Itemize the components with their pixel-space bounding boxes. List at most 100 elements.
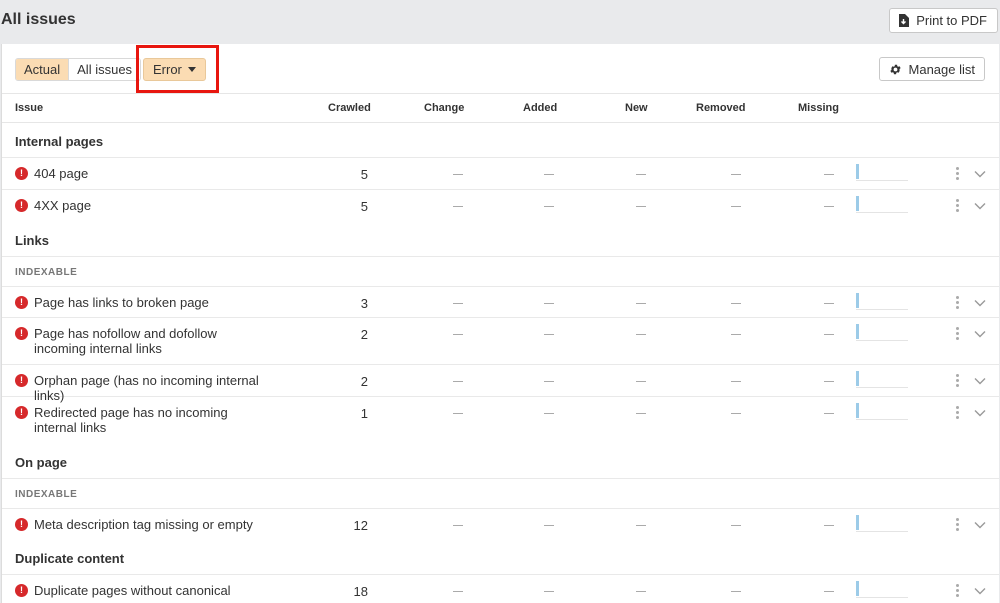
- crawled-count[interactable]: 18: [354, 584, 368, 599]
- issue-name[interactable]: Duplicate pages without canonical: [34, 583, 269, 598]
- crawled-count[interactable]: 3: [361, 296, 368, 311]
- crawled-count[interactable]: 2: [361, 374, 368, 389]
- error-icon: !: [15, 406, 28, 419]
- empty-value-dash: [453, 525, 463, 526]
- issue-name[interactable]: Redirected page has no incoming internal…: [34, 405, 269, 435]
- issue-name[interactable]: Page has links to broken page: [34, 295, 269, 310]
- issue-row[interactable]: ! Meta description tag missing or empty 12: [2, 509, 999, 540]
- issue-row[interactable]: ! 404 page 5: [2, 158, 999, 190]
- issue-name[interactable]: Page has nofollow and dofollow incoming …: [34, 326, 269, 356]
- chevron-down-icon[interactable]: [974, 585, 986, 597]
- crawled-count[interactable]: 5: [361, 199, 368, 214]
- crawled-count[interactable]: 2: [361, 327, 368, 342]
- empty-value-dash: [544, 303, 554, 304]
- chevron-down-icon[interactable]: [974, 168, 986, 180]
- error-icon: !: [15, 584, 28, 597]
- empty-value-dash: [544, 381, 554, 382]
- empty-value-dash: [453, 381, 463, 382]
- issue-name[interactable]: 404 page: [34, 166, 269, 181]
- empty-value-dash: [453, 206, 463, 207]
- error-icon: !: [15, 296, 28, 309]
- trend-sparkline: [856, 196, 908, 213]
- empty-value-dash: [824, 413, 834, 414]
- chevron-down-icon[interactable]: [974, 328, 986, 340]
- empty-value-dash: [544, 206, 554, 207]
- issue-name[interactable]: Meta description tag missing or empty: [34, 517, 269, 532]
- manage-list-button[interactable]: Manage list: [878, 57, 985, 81]
- empty-value-dash: [824, 303, 834, 304]
- empty-value-dash: [636, 591, 646, 592]
- kebab-icon[interactable]: [956, 167, 960, 182]
- sparkline-bar: [856, 581, 859, 596]
- sparkline-bar: [856, 196, 859, 211]
- empty-value-dash: [544, 413, 554, 414]
- kebab-icon[interactable]: [956, 584, 960, 599]
- chevron-down-icon[interactable]: [974, 375, 986, 387]
- issue-row[interactable]: ! Page has nofollow and dofollow incoming…: [2, 318, 999, 365]
- trend-sparkline: [856, 293, 908, 310]
- top-bar: All issues Print to PDF: [0, 0, 1000, 44]
- table-header: Issue Crawled Change Added New Removed M…: [2, 93, 999, 123]
- kebab-icon[interactable]: [956, 406, 960, 421]
- gear-icon: [889, 64, 901, 74]
- empty-value-dash: [636, 413, 646, 414]
- column-issue[interactable]: Issue: [15, 102, 43, 114]
- empty-value-dash: [544, 334, 554, 335]
- trend-sparkline: [856, 515, 908, 532]
- print-to-pdf-label: Print to PDF: [916, 13, 987, 28]
- kebab-icon[interactable]: [956, 374, 960, 389]
- column-removed[interactable]: Removed: [696, 102, 746, 114]
- issue-row[interactable]: ! Redirected page has no incoming interna…: [2, 397, 999, 444]
- chevron-down-icon[interactable]: [974, 407, 986, 419]
- empty-value-dash: [636, 206, 646, 207]
- empty-value-dash: [636, 334, 646, 335]
- filter-bar: Actual All issues: [15, 58, 142, 81]
- actual-toggle[interactable]: Actual: [16, 59, 69, 80]
- column-new[interactable]: New: [625, 102, 648, 114]
- column-change[interactable]: Change: [424, 102, 464, 114]
- issue-row[interactable]: ! Page has links to broken page 3: [2, 287, 999, 318]
- error-icon: !: [15, 199, 28, 212]
- empty-value-dash: [731, 303, 741, 304]
- crawled-count[interactable]: 1: [361, 406, 368, 421]
- empty-value-dash: [453, 174, 463, 175]
- chevron-down-icon[interactable]: [974, 297, 986, 309]
- crawled-count[interactable]: 5: [361, 167, 368, 182]
- trend-sparkline: [856, 371, 908, 388]
- print-to-pdf-button[interactable]: Print to PDF: [889, 8, 998, 33]
- section-subheader: INDEXABLE: [2, 257, 999, 287]
- column-added[interactable]: Added: [523, 102, 557, 114]
- empty-value-dash: [731, 206, 741, 207]
- issue-name[interactable]: 4XX page: [34, 198, 269, 213]
- column-crawled[interactable]: Crawled: [328, 102, 371, 114]
- empty-value-dash: [453, 303, 463, 304]
- section-title: Internal pages: [15, 134, 104, 149]
- sparkline-bar: [856, 515, 859, 530]
- column-missing[interactable]: Missing: [798, 102, 839, 114]
- issue-row[interactable]: ! 4XX page 5: [2, 190, 999, 222]
- chevron-down-icon[interactable]: [974, 519, 986, 531]
- sparkline-bar: [856, 403, 859, 418]
- error-filter-label: Error: [153, 62, 182, 77]
- kebab-icon[interactable]: [956, 296, 960, 311]
- chevron-down-icon[interactable]: [974, 200, 986, 212]
- issue-row[interactable]: ! Duplicate pages without canonical 18: [2, 575, 999, 603]
- empty-value-dash: [453, 334, 463, 335]
- issue-row[interactable]: ! Orphan page (has no incoming internal l…: [2, 365, 999, 403]
- section-header: Internal pages: [2, 123, 999, 158]
- page-title: All issues: [1, 11, 76, 28]
- kebab-icon[interactable]: [956, 199, 960, 214]
- empty-value-dash: [731, 413, 741, 414]
- kebab-icon[interactable]: [956, 518, 960, 533]
- section-subheader: INDEXABLE: [2, 479, 999, 509]
- view-toggle: Actual All issues: [15, 58, 142, 81]
- empty-value-dash: [824, 381, 834, 382]
- error-filter-dropdown[interactable]: Error: [143, 58, 206, 81]
- empty-value-dash: [731, 525, 741, 526]
- all-issues-toggle[interactable]: All issues: [68, 59, 141, 80]
- section-subtitle: INDEXABLE: [15, 267, 78, 278]
- kebab-icon[interactable]: [956, 327, 960, 342]
- crawled-count[interactable]: 12: [354, 518, 368, 533]
- trend-sparkline: [856, 164, 908, 181]
- section-title: On page: [15, 455, 68, 470]
